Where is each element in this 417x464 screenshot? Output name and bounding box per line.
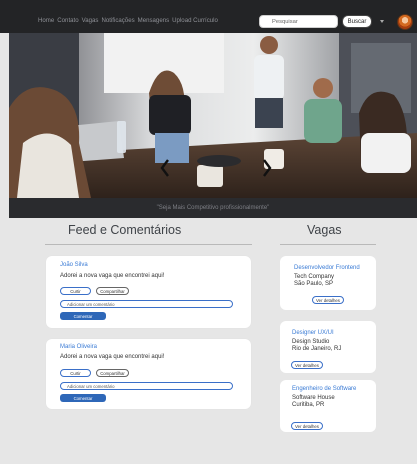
user-avatar[interactable] (397, 14, 413, 30)
nav-link-vagas[interactable]: Vagas (82, 17, 99, 24)
hero-caption: "Seja Mais Competitivo profissionalmente… (156, 205, 270, 211)
nav-link-contato[interactable]: Contato (57, 17, 78, 24)
feed-divider (45, 244, 252, 245)
comment-button[interactable]: Comentar (60, 394, 106, 402)
nav-link-notificacoes[interactable]: Notificações (101, 17, 134, 24)
carousel-next-arrow[interactable] (262, 158, 272, 178)
comment-button[interactable]: Comentar (60, 312, 106, 320)
job-details-button[interactable]: Ver detalhes (291, 361, 323, 369)
share-button[interactable]: Compartilhar (96, 369, 129, 377)
chevron-left-icon (160, 159, 169, 177)
nav-link-upload-curriculo[interactable]: Upload Currículo (172, 17, 218, 24)
job-location: Curitiba, PR (292, 402, 325, 408)
comment-input[interactable] (60, 382, 233, 390)
job-card: Designer UX/UI Design Studio Rio de Jane… (280, 321, 376, 373)
feed-post-card: João Silva Adorei a nova vaga que encont… (46, 256, 251, 328)
job-details-button[interactable]: Ver detalhes (312, 296, 344, 304)
hero-caption-bar: "Seja Mais Competitivo profissionalmente… (9, 198, 417, 218)
job-company: Tech Company (294, 274, 335, 280)
post-text: Adorei a nova vaga que encontrei aqui! (60, 273, 165, 279)
search-input[interactable] (259, 15, 338, 28)
post-author[interactable]: João Silva (60, 262, 88, 268)
job-title[interactable]: Engenheiro de Software (292, 386, 356, 392)
feed-post-card: Maria Oliveira Adorei a nova vaga que en… (46, 339, 251, 409)
job-card: Desenvolvedor Frontend Tech Company São … (280, 256, 376, 310)
jobs-divider (280, 244, 376, 245)
hero-carousel-image (9, 33, 417, 198)
post-author[interactable]: Maria Oliveira (60, 344, 97, 350)
job-title[interactable]: Designer UX/UI (292, 330, 334, 336)
main-nav: Home Contato Vagas Notificações Mensagen… (38, 17, 218, 24)
jobs-section-title: Vagas (307, 223, 342, 237)
job-title[interactable]: Desenvolvedor Frontend (294, 265, 360, 271)
job-location: São Paulo, SP (294, 281, 334, 287)
chevron-down-icon[interactable] (380, 20, 384, 23)
office-meeting-photo (9, 33, 417, 198)
carousel-prev-arrow[interactable] (160, 158, 170, 178)
post-text: Adorei a nova vaga que encontrei aqui! (60, 354, 165, 360)
job-company: Software House (292, 395, 335, 401)
job-company: Design Studio (292, 339, 330, 345)
nav-link-mensagens[interactable]: Mensagens (138, 17, 170, 24)
job-card: Engenheiro de Software Software House Cu… (280, 380, 376, 432)
like-button[interactable]: Curtir (60, 287, 91, 295)
job-details-button[interactable]: Ver detalhes (291, 422, 323, 430)
job-location: Rio de Janeiro, RJ (292, 346, 342, 352)
share-button[interactable]: Compartilhar (96, 287, 129, 295)
nav-link-home[interactable]: Home (38, 17, 54, 24)
feed-section-title: Feed e Comentários (68, 223, 182, 237)
chevron-right-icon (263, 159, 272, 177)
search-button[interactable]: Buscar (342, 15, 372, 28)
comment-input[interactable] (60, 300, 233, 308)
like-button[interactable]: Curtir (60, 369, 91, 377)
top-navbar: Home Contato Vagas Notificações Mensagen… (0, 0, 417, 33)
